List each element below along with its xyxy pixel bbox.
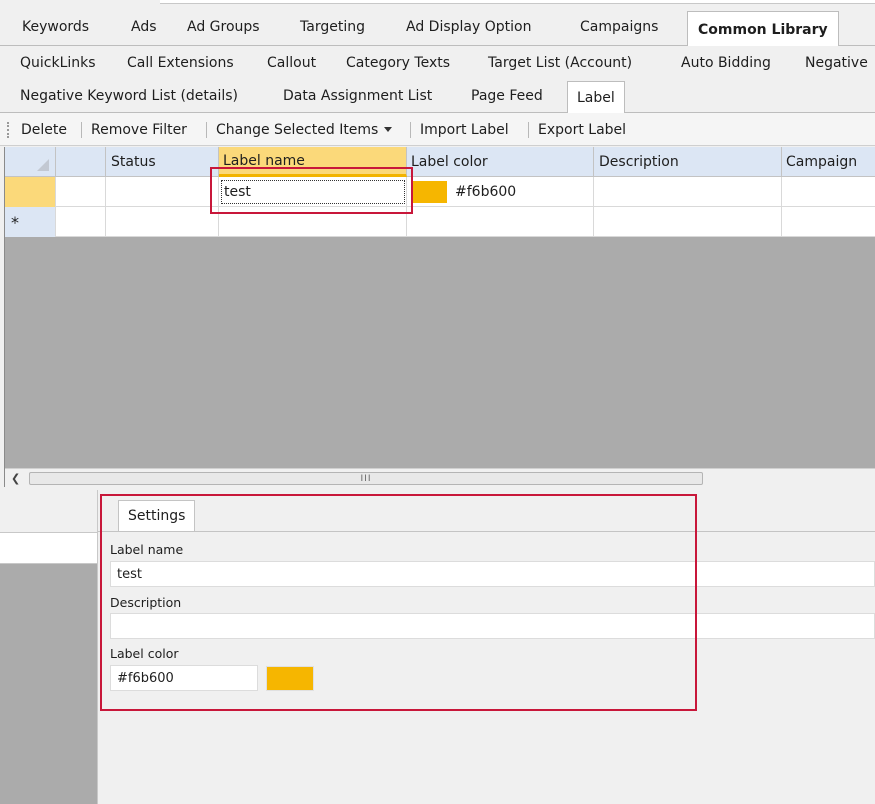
export-label-button[interactable]: Export Label bbox=[538, 113, 626, 146]
table-row[interactable]: test #f6b600 bbox=[5, 177, 875, 207]
main-tabs: Keywords Ads Ad Groups Targeting Ad Disp… bbox=[0, 8, 875, 47]
tab-common-library[interactable]: Common Library bbox=[687, 11, 839, 47]
toolbar-separator bbox=[206, 122, 207, 138]
caret-down-icon bbox=[384, 127, 393, 132]
chevron-left-icon[interactable]: ❮ bbox=[11, 472, 20, 485]
change-selected-items-button[interactable]: Change Selected Items bbox=[216, 113, 393, 146]
tab-auto-bidding[interactable]: Auto Bidding bbox=[681, 46, 771, 79]
new-row-cell[interactable] bbox=[106, 207, 219, 237]
label-color-swatch bbox=[411, 181, 447, 203]
new-row-cell[interactable] bbox=[407, 207, 594, 237]
scrollbar-thumb[interactable]: III bbox=[29, 472, 703, 485]
tab-call-extensions[interactable]: Call Extensions bbox=[127, 46, 234, 79]
tab-keywords[interactable]: Keywords bbox=[22, 8, 89, 45]
toolbar-separator bbox=[410, 122, 411, 138]
column-header-label-color[interactable]: Label color bbox=[407, 147, 594, 177]
tab-target-list-account[interactable]: Target List (Account) bbox=[488, 46, 632, 79]
select-all-triangle-icon bbox=[37, 159, 49, 171]
delete-button[interactable]: Delete bbox=[21, 113, 67, 146]
new-row[interactable]: * bbox=[5, 207, 875, 237]
import-label-button[interactable]: Import Label bbox=[420, 113, 509, 146]
scrollbar-grip: III bbox=[360, 473, 372, 484]
top-strip bbox=[0, 0, 875, 8]
toolbar-grip bbox=[7, 122, 9, 138]
status-cell[interactable] bbox=[106, 177, 219, 207]
label-color-text: #f6b600 bbox=[455, 184, 517, 200]
tab-callout[interactable]: Callout bbox=[267, 46, 316, 79]
new-row-marker: * bbox=[11, 212, 19, 232]
tab-ad-groups[interactable]: Ad Groups bbox=[187, 8, 260, 45]
toolbar: Delete Remove Filter Change Selected Ite… bbox=[0, 113, 875, 146]
tab-ads[interactable]: Ads bbox=[131, 8, 157, 45]
highlight-box-settings bbox=[100, 494, 697, 711]
label-color-cell[interactable]: #f6b600 bbox=[407, 177, 594, 207]
lower-left-header bbox=[0, 532, 97, 564]
toolbar-separator bbox=[81, 122, 82, 138]
label-grid: Status Label name Label color Descriptio… bbox=[4, 147, 875, 487]
description-cell[interactable] bbox=[594, 177, 782, 207]
change-selected-items-label: Change Selected Items bbox=[216, 121, 379, 138]
top-field bbox=[160, 0, 875, 4]
tab-negative-keyword-list-details[interactable]: Negative Keyword List (details) bbox=[20, 79, 238, 112]
lower-left-area bbox=[0, 564, 97, 804]
library-tabs-row-1: QuickLinks Call Extensions Callout Categ… bbox=[0, 46, 875, 79]
library-tabs-row-2: Negative Keyword List (details) Data Ass… bbox=[0, 79, 875, 114]
row-header[interactable] bbox=[5, 177, 56, 207]
new-row-header[interactable]: * bbox=[5, 207, 56, 237]
tab-category-texts[interactable]: Category Texts bbox=[346, 46, 450, 79]
tab-negative[interactable]: Negative bbox=[805, 46, 868, 79]
remove-filter-button[interactable]: Remove Filter bbox=[91, 113, 187, 146]
horizontal-scrollbar[interactable]: ❮ III bbox=[5, 468, 875, 487]
new-row-cell[interactable] bbox=[56, 207, 106, 237]
campaign-cell[interactable] bbox=[782, 177, 875, 207]
new-row-cell[interactable] bbox=[782, 207, 875, 237]
column-header-status[interactable]: Status bbox=[106, 147, 219, 177]
grid-header: Status Label name Label color Descriptio… bbox=[5, 147, 875, 177]
column-header-campaign[interactable]: Campaign bbox=[782, 147, 875, 177]
new-row-cell[interactable] bbox=[594, 207, 782, 237]
tab-page-feed[interactable]: Page Feed bbox=[471, 79, 543, 112]
toolbar-separator bbox=[528, 122, 529, 138]
tab-data-assignment-list[interactable]: Data Assignment List bbox=[283, 79, 432, 112]
select-all-cell[interactable] bbox=[5, 147, 56, 177]
column-header-description[interactable]: Description bbox=[594, 147, 782, 177]
tab-quicklinks[interactable]: QuickLinks bbox=[20, 46, 96, 79]
tab-label[interactable]: Label bbox=[567, 81, 625, 114]
tab-targeting[interactable]: Targeting bbox=[300, 8, 365, 45]
tab-ad-display-option[interactable]: Ad Display Option bbox=[406, 8, 531, 45]
column-header-blank[interactable] bbox=[56, 147, 106, 177]
tab-campaigns[interactable]: Campaigns bbox=[580, 8, 658, 45]
highlight-box-cell bbox=[210, 167, 413, 214]
row-blank-cell[interactable] bbox=[56, 177, 106, 207]
